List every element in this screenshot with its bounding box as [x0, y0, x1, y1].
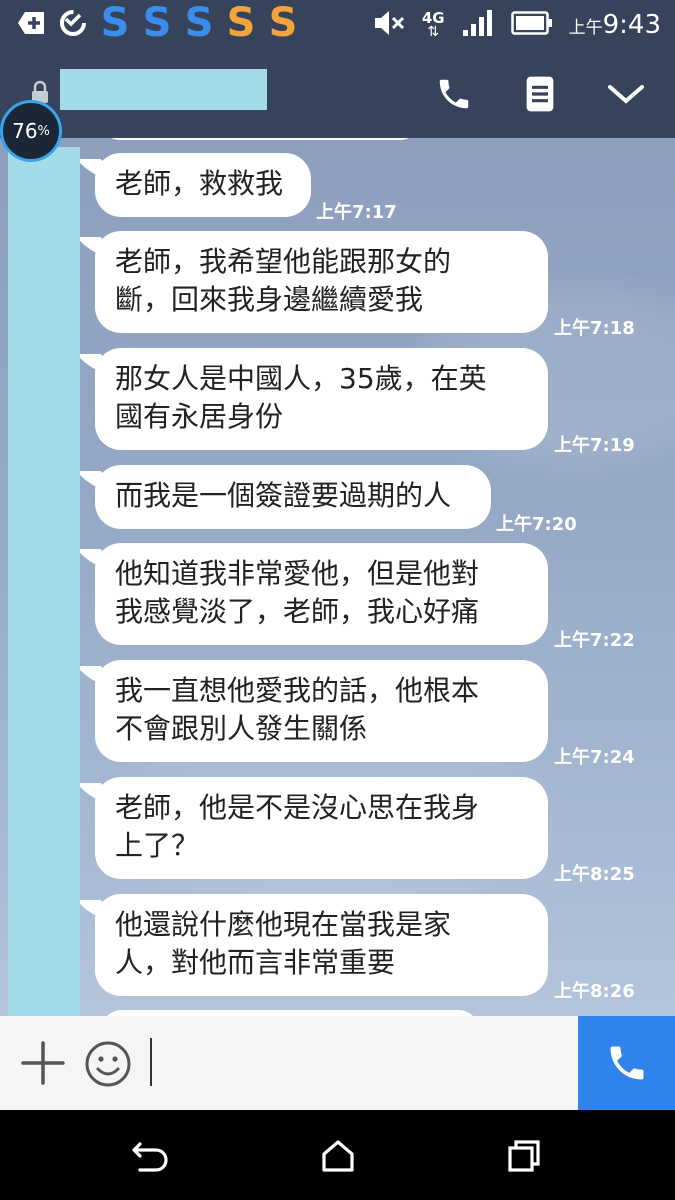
battery-icon — [510, 11, 553, 39]
message-time: 上午8:26 — [554, 981, 635, 1002]
home-button[interactable] — [314, 1132, 362, 1180]
text-caret — [150, 1038, 152, 1086]
notification-icons: S S S S S — [14, 0, 300, 46]
message-time: 上午7:18 — [554, 318, 635, 339]
message-bubble[interactable]: 老師，我希望他能跟那女的 斷，回來我身邊繼續愛我 — [95, 231, 548, 333]
message-time: 上午7:17 — [316, 202, 397, 223]
message-text: 他還說什麼他現在當我是家 人，對他而言非常重要 — [115, 908, 452, 979]
recents-icon — [508, 1140, 540, 1172]
message-text: 而我是一個簽證要過期的人 — [115, 479, 452, 512]
message-bubble[interactable]: 他知道我非常愛他，但是他對 我感覺淡了，老師，我心好痛 — [95, 543, 548, 645]
message-bubble[interactable]: 老師，他是不是沒心思在我身 上了？ — [95, 777, 548, 879]
previous-bubble-edge — [100, 138, 420, 140]
status-bar: S S S S S 4G ⇅ 上午9:43 — [0, 0, 675, 48]
message-text: 我一直想他愛我的話，他根本 不會跟別人發生關係 — [115, 674, 480, 745]
message-bubble[interactable]: 我一直想他愛我的話，他根本 不會跟別人發生關係 — [95, 660, 548, 762]
battery-overlay-value: 76 — [12, 119, 38, 143]
emoji-button[interactable] — [84, 1040, 132, 1088]
message-text: 老師，救救我 — [115, 167, 284, 200]
message-time: 上午8:25 — [554, 864, 635, 885]
back-icon — [132, 1142, 168, 1172]
add-attachment-button[interactable] — [20, 1040, 66, 1086]
menu-icon — [526, 76, 554, 112]
avatar[interactable] — [8, 147, 80, 1016]
message-text: 他知道我非常愛他，但是他對 我感覺淡了，老師，我心好痛 — [115, 557, 480, 628]
network-icon: 4G ⇅ — [421, 9, 445, 40]
message-time: 上午7:20 — [496, 514, 577, 535]
message-bubble[interactable]: 他還說什麼他現在當我是家 人，對他而言非常重要 — [95, 894, 548, 996]
signal-icon — [461, 8, 495, 42]
next-bubble-edge — [100, 1010, 480, 1016]
menu-button[interactable] — [518, 72, 562, 116]
message-bubble[interactable]: 老師，救救我 — [95, 153, 311, 217]
add-box-icon — [14, 6, 48, 40]
message-time: 上午7:19 — [554, 435, 635, 456]
network-label: 4G — [421, 9, 445, 27]
s-app-icon: S — [226, 0, 256, 46]
message-input-bar — [0, 1016, 675, 1110]
call-icon — [610, 1046, 643, 1080]
mute-icon — [372, 8, 406, 42]
message-bubble[interactable]: 那女人是中國人，35歲，在英 國有永居身份 — [95, 348, 548, 450]
back-button[interactable] — [126, 1132, 174, 1180]
s-app-icon: S — [268, 0, 298, 46]
message-time: 上午7:24 — [554, 747, 635, 768]
collapse-button[interactable] — [604, 72, 648, 116]
s-app-icon: S — [184, 0, 214, 46]
chat-header — [0, 48, 675, 138]
message-bubble[interactable]: 而我是一個簽證要過期的人 — [95, 465, 491, 529]
message-text: 老師，他是不是沒心思在我身 上了？ — [115, 791, 480, 862]
message-text: 那女人是中國人，35歲，在英 國有永居身份 — [115, 362, 487, 433]
emoji-icon — [85, 1041, 131, 1087]
chat-area[interactable]: 老師，救救我 上午7:17 老師，我希望他能跟那女的 斷，回來我身邊繼續愛我 上… — [0, 138, 675, 1016]
battery-overlay-badge[interactable]: 76% — [0, 100, 62, 162]
clock-time: 9:43 — [602, 10, 661, 40]
home-icon — [322, 1140, 354, 1172]
sync-icon — [56, 6, 90, 40]
s-app-icon: S — [100, 0, 130, 46]
recents-button[interactable] — [500, 1132, 548, 1180]
plus-icon — [21, 1041, 65, 1085]
message-text: 老師，我希望他能跟那女的 斷，回來我身邊繼續愛我 — [115, 245, 452, 316]
navigation-bar — [0, 1110, 675, 1200]
message-time: 上午7:22 — [554, 630, 635, 651]
call-button[interactable] — [578, 1016, 675, 1110]
clock-prefix: 上午 — [568, 18, 603, 38]
system-status: 4G ⇅ 上午9:43 — [372, 8, 661, 42]
battery-overlay-unit: % — [37, 123, 50, 139]
s-app-icon: S — [142, 0, 172, 46]
contact-name[interactable] — [60, 69, 267, 110]
phone-button[interactable] — [432, 72, 476, 116]
chevron-down-icon — [608, 85, 644, 104]
message-input[interactable] — [146, 1030, 566, 1096]
clock: 上午9:43 — [569, 10, 661, 40]
phone-icon — [439, 79, 469, 109]
